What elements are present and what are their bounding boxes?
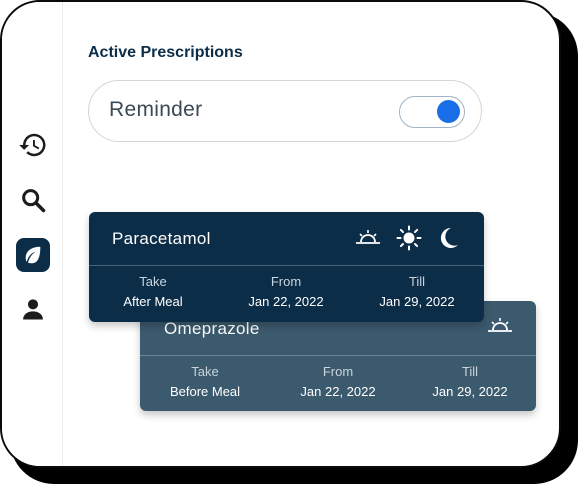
till-value: Jan 29, 2022 [379, 294, 455, 309]
dose-times [354, 225, 460, 256]
prescriptions-nav-button[interactable] [16, 238, 50, 272]
till-value: Jan 29, 2022 [432, 384, 508, 399]
search-icon [19, 186, 47, 214]
take-column: Take After Meal [93, 274, 213, 309]
from-column: From Jan 22, 2022 [226, 274, 346, 309]
user-icon [19, 295, 47, 323]
app-window: Active Prescriptions Reminder Paracetamo… [0, 0, 561, 468]
reminder-row: Reminder [88, 80, 482, 142]
sunrise-icon [354, 228, 382, 253]
dose-times [486, 316, 514, 341]
history-icon [18, 130, 48, 160]
reminder-toggle[interactable] [399, 96, 465, 128]
till-label: Till [408, 274, 426, 289]
till-column: Till Jan 29, 2022 [410, 364, 530, 399]
till-column: Till Jan 29, 2022 [357, 274, 477, 309]
from-label: From [322, 364, 354, 379]
profile-nav-button[interactable] [16, 292, 50, 326]
moon-icon [436, 226, 460, 255]
sidebar [2, 2, 63, 466]
card-divider [140, 355, 536, 356]
sun-icon [396, 225, 422, 256]
from-label: From [270, 274, 302, 289]
take-value: Before Meal [169, 384, 241, 399]
search-nav-button[interactable] [16, 183, 50, 217]
history-nav-button[interactable] [16, 128, 50, 162]
card-divider [89, 265, 484, 266]
reminder-label: Reminder [109, 98, 203, 121]
take-label: Take [191, 364, 219, 379]
sunrise-icon [486, 316, 514, 341]
medicine-name: Omeprazole [164, 319, 260, 338]
from-column: From Jan 22, 2022 [278, 364, 398, 399]
medicine-name: Paracetamol [112, 229, 211, 248]
from-value: Jan 22, 2022 [248, 294, 324, 309]
till-label: Till [461, 364, 479, 379]
take-column: Take Before Meal [145, 364, 265, 399]
leaf-icon [22, 244, 44, 266]
take-label: Take [139, 274, 167, 289]
prescription-card[interactable]: Paracetamol Take After Meal From Jan 22,… [89, 212, 484, 322]
toggle-knob [437, 100, 460, 123]
section-title: Active Prescriptions [88, 44, 243, 61]
from-value: Jan 22, 2022 [300, 384, 376, 399]
take-value: After Meal [123, 294, 183, 309]
